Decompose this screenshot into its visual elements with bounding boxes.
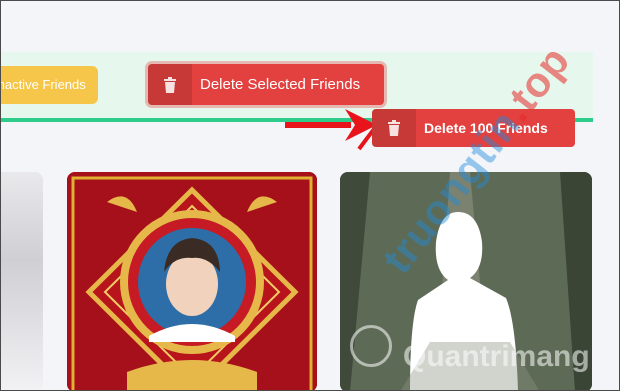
friend-avatar-image xyxy=(67,172,317,390)
delete-selected-label: Delete Selected Friends xyxy=(200,76,361,93)
browser-viewport: Inactive Friends Delete Selected Friends… xyxy=(0,0,620,391)
inactive-friends-button[interactable]: Inactive Friends xyxy=(1,66,98,104)
trash-icon xyxy=(372,109,416,147)
friend-card[interactable] xyxy=(1,172,43,390)
red-arrow-icon xyxy=(285,109,379,151)
watermark-logo-icon xyxy=(350,325,392,367)
watermark-subtext: Quantrimang xyxy=(403,340,590,373)
friend-card[interactable] xyxy=(67,172,317,390)
delete-selected-friends-button[interactable]: Delete Selected Friends xyxy=(148,64,384,105)
inactive-friends-label: Inactive Friends xyxy=(1,77,86,92)
trash-icon xyxy=(148,64,192,105)
